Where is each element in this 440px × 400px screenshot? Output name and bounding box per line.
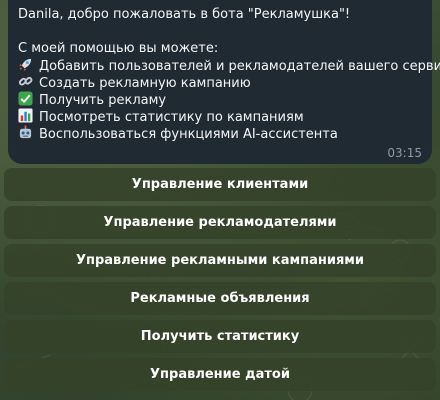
feature-item-text: Воспользоваться функциями AI-ассистента (39, 127, 338, 142)
feature-item: Создать рекламную кампанию (18, 74, 422, 91)
empty-line (18, 23, 422, 40)
chart-icon (18, 108, 33, 123)
manage-advertisers-button[interactable]: Управление рекламодателями (4, 206, 436, 239)
get-statistics-button[interactable]: Получить статистику (4, 320, 436, 353)
feature-item: Воспользоваться функциями AI-ассистента (18, 125, 422, 142)
greeting-text: Danila, добро пожаловать в бота "Рекламу… (18, 7, 351, 22)
link-icon (18, 76, 33, 86)
feature-item-text: Получить рекламу (39, 93, 167, 108)
feature-item: Посмотреть статистику по кампаниям (18, 108, 422, 125)
ad-listings-button[interactable]: Рекламные объявления (4, 282, 436, 315)
feature-item: Добавить пользователей и рекламодателей … (18, 57, 440, 74)
feature-item-text: Добавить пользователей и рекламодателей … (39, 59, 440, 74)
intro-text: С моей помощью вы можете: (18, 41, 219, 56)
robot-icon (19, 125, 32, 139)
rocket-icon (18, 58, 32, 72)
feature-item: Получить рекламу (18, 91, 422, 108)
message-timestamp: 03:15 (387, 146, 422, 160)
bot-message-bubble: Danila, добро пожаловать в бота "Рекламу… (8, 0, 440, 164)
manage-campaigns-button[interactable]: Управление рекламными кампаниями (4, 244, 436, 277)
check-icon (18, 91, 33, 106)
manage-clients-button[interactable]: Управление клиентами (4, 168, 436, 201)
feature-item-text: Посмотреть статистику по кампаниям (39, 110, 304, 125)
feature-item-text: Создать рекламную кампанию (39, 76, 251, 91)
manage-date-button[interactable]: Управление датой (4, 358, 436, 391)
